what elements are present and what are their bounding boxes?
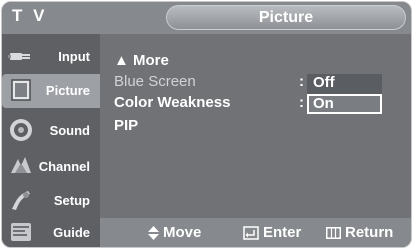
enter-key-icon	[243, 226, 259, 240]
input-plug-icon	[8, 53, 30, 60]
color-weakness-label[interactable]: Color Weakness	[114, 94, 230, 111]
sidebar-item-setup[interactable]: Setup	[2, 184, 100, 218]
menu-grid-icon	[326, 227, 341, 240]
color-weakness-colon: :	[299, 94, 304, 111]
sidebar-item-label: Sound	[49, 123, 90, 138]
picture-icon	[11, 79, 31, 101]
sidebar-item-label: Guide	[53, 225, 90, 240]
return-hint: Return	[326, 224, 393, 241]
tv-osd-screen: T V Picture Input Picture Sound Channel …	[0, 0, 415, 250]
speaker-icon	[10, 119, 32, 141]
blue-screen-colon: :	[299, 73, 304, 90]
sidebar-item-channel[interactable]: Channel	[2, 150, 100, 184]
up-down-arrow-icon	[148, 226, 159, 241]
option-off[interactable]: Off	[307, 74, 382, 94]
enter-hint-label: Enter	[263, 224, 302, 241]
help-bar: Move Enter Return	[100, 218, 411, 247]
sidebar-item-sound[interactable]: Sound	[2, 114, 100, 148]
menu-title-pill: Picture	[166, 5, 406, 30]
return-hint-label: Return	[345, 224, 394, 241]
sidebar: Input Picture Sound Channel Setup Guide	[2, 34, 100, 247]
setup-icon	[12, 191, 30, 210]
osd-frame: T V Picture Input Picture Sound Channel …	[1, 1, 412, 248]
move-hint-label: Move	[163, 224, 202, 241]
sidebar-item-label: Input	[58, 49, 90, 64]
sidebar-item-picture[interactable]: Picture	[2, 74, 100, 108]
channel-icon	[11, 157, 31, 173]
more-item[interactable]: ▲ More	[114, 52, 169, 69]
sidebar-item-label: Setup	[53, 193, 90, 208]
menu-title: Picture	[258, 9, 314, 26]
pip-item[interactable]: PIP	[114, 117, 138, 134]
option-on-selected[interactable]: On	[307, 94, 382, 114]
sidebar-item-label: Picture	[45, 83, 90, 98]
sidebar-item-input[interactable]: Input	[2, 40, 100, 74]
move-hint: Move	[148, 224, 201, 241]
guide-icon	[11, 223, 31, 241]
sidebar-item-guide[interactable]: Guide	[2, 216, 100, 247]
tv-label: T V	[12, 6, 48, 25]
enter-hint: Enter	[243, 224, 301, 241]
menu-panel: ▲ More Blue Screen : Off Color Weakness …	[100, 34, 411, 218]
sidebar-item-label: Channel	[38, 159, 90, 174]
blue-screen-label[interactable]: Blue Screen	[114, 73, 196, 90]
title-bar: T V Picture	[2, 2, 411, 34]
